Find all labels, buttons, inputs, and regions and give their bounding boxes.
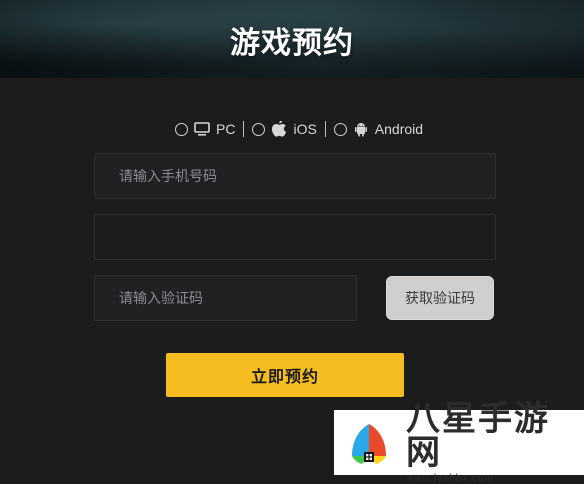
platform-selector: PC iOS Android (175, 119, 423, 139)
apple-icon (271, 121, 287, 137)
header-banner: 游戏预约 (0, 0, 584, 78)
phone-input[interactable]: 请输入手机号码 (94, 153, 496, 199)
text-input[interactable] (94, 214, 496, 260)
site-watermark: 八星手游网 www.lyshbx.com (334, 402, 584, 484)
watermark-text: 八星手游网 www.lyshbx.com (406, 402, 576, 484)
radio-pc[interactable] (175, 122, 188, 136)
platform-label-ios: iOS (293, 121, 317, 137)
watermark-url: www.lyshbx.com (406, 472, 494, 484)
reserve-now-button[interactable]: 立即预约 (166, 353, 404, 397)
platform-label-pc: PC (216, 121, 236, 137)
radio-android[interactable] (333, 122, 347, 136)
page-title: 游戏预约 (230, 26, 354, 61)
radio-ios[interactable] (252, 122, 266, 136)
watermark-brand: 八星手游网 (406, 398, 550, 473)
android-icon (353, 121, 369, 137)
get-code-button[interactable]: 获取验证码 (386, 276, 494, 320)
platform-divider (243, 121, 245, 137)
verification-code-placeholder: 请输入验证码 (119, 291, 203, 307)
watermark-logo (342, 416, 396, 470)
platform-divider (324, 121, 326, 137)
phone-input-placeholder: 请输入手机号码 (119, 169, 217, 185)
verification-code-input[interactable]: 请输入验证码 (94, 275, 357, 321)
monitor-icon (194, 121, 210, 137)
platform-label-android: Android (374, 121, 424, 137)
